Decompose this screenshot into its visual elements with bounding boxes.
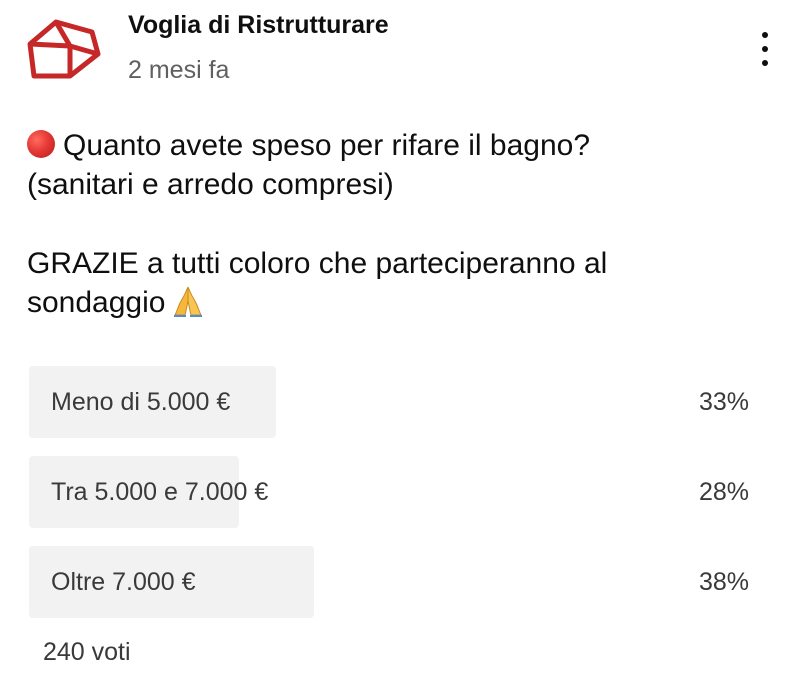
poll: Meno di 5.000 € 33% Tra 5.000 e 7.000 € … <box>29 366 757 636</box>
poll-option[interactable]: Tra 5.000 e 7.000 € 28% <box>29 456 757 528</box>
folded-hands-emoji <box>174 286 203 317</box>
channel-avatar[interactable] <box>24 16 104 86</box>
post-text: Quanto avete speso per rifare il bagno? … <box>27 126 767 322</box>
house-outline-icon <box>27 19 101 79</box>
post-line-3: GRAZIE a tutti coloro che parteciperanno… <box>27 247 608 280</box>
thanks-end-text: sondaggio <box>27 286 166 319</box>
question-text: Quanto avete speso per rifare il bagno? <box>63 129 591 162</box>
poll-option[interactable]: Meno di 5.000 € 33% <box>29 366 757 438</box>
red-circle-emoji <box>27 130 55 158</box>
poll-option-percent: 38% <box>698 568 749 596</box>
more-vert-icon <box>762 32 768 38</box>
poll-option-label: Tra 5.000 e 7.000 € <box>51 478 269 506</box>
poll-option-label: Meno di 5.000 € <box>51 388 231 416</box>
poll-option[interactable]: Oltre 7.000 € 38% <box>29 546 757 618</box>
more-vert-icon-dot <box>762 46 768 52</box>
post-line-2: (sanitari e arredo compresi) <box>27 168 394 201</box>
poll-option-percent: 28% <box>698 478 749 506</box>
channel-name[interactable]: Voglia di Ristrutturare <box>128 8 389 42</box>
more-vert-icon-dot <box>762 60 768 66</box>
post-line-1: Quanto avete speso per rifare il bagno? <box>27 126 767 165</box>
poll-option-label: Oltre 7.000 € <box>51 568 196 596</box>
poll-option-percent: 33% <box>698 388 749 416</box>
vote-count: 240 voti <box>43 638 131 666</box>
post-timestamp: 2 mesi fa <box>128 56 230 84</box>
more-options-button[interactable] <box>748 30 784 70</box>
post-line-4: sondaggio <box>27 283 767 322</box>
